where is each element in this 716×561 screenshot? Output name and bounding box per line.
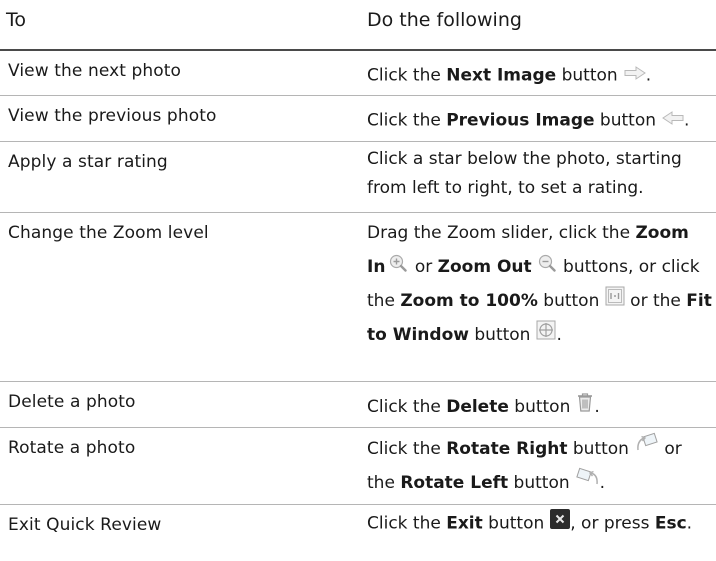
action-cell: Drag the Zoom slider, click the Zoom In … bbox=[367, 216, 712, 352]
rotate-left-icon bbox=[575, 466, 600, 500]
task-cell: Change the Zoom level bbox=[8, 223, 209, 243]
zoom-100-icon bbox=[605, 284, 625, 318]
delete-icon bbox=[576, 392, 594, 422]
action-cell: Click the Exit button, or press Esc. bbox=[367, 509, 712, 538]
next-image-icon bbox=[624, 61, 646, 90]
previous-image-icon bbox=[662, 106, 684, 135]
rotate-right-icon bbox=[635, 432, 659, 466]
task-cell: Apply a star rating bbox=[8, 152, 168, 172]
action-cell: Click a star below the photo, starting f… bbox=[367, 149, 682, 198]
zoom-out-icon bbox=[538, 250, 556, 284]
table-row: Delete a photo Click the Delete button. bbox=[0, 382, 716, 428]
header-to: To bbox=[6, 9, 27, 31]
task-cell: Delete a photo bbox=[8, 392, 136, 412]
action-cell: Click the Next Image button. bbox=[367, 61, 712, 90]
exit-icon bbox=[550, 509, 571, 538]
table-row: Rotate a photo Click the Rotate Right bu… bbox=[0, 428, 716, 505]
task-cell: Exit Quick Review bbox=[8, 515, 162, 535]
table-row: View the previous photo Click the Previo… bbox=[0, 96, 716, 142]
action-cell: Click the Previous Image button. bbox=[367, 106, 712, 135]
task-cell: View the next photo bbox=[8, 61, 182, 81]
header-do: Do the following bbox=[367, 9, 522, 31]
fit-to-window-icon bbox=[536, 318, 556, 352]
table-row: Change the Zoom level Drag the Zoom slid… bbox=[0, 213, 716, 382]
table-row: Apply a star rating Click a star below t… bbox=[0, 142, 716, 213]
action-cell: Click the Rotate Right button or the Rot… bbox=[367, 432, 712, 500]
zoom-in-icon bbox=[389, 250, 408, 284]
table-row: Exit Quick Review Click the Exit button,… bbox=[0, 505, 716, 561]
table-row: View the next photo Click the Next Image… bbox=[0, 51, 716, 96]
table-header: To Do the following bbox=[0, 0, 716, 50]
action-cell: Click the Delete button. bbox=[367, 392, 712, 422]
task-cell: Rotate a photo bbox=[8, 438, 136, 458]
task-cell: View the previous photo bbox=[8, 106, 217, 126]
